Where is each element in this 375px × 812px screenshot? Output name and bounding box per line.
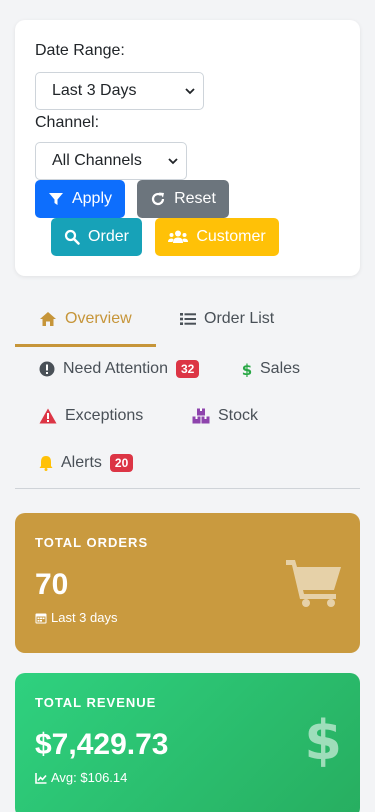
dollar-icon: $ (242, 361, 252, 377)
tab-need-attention-label: Need Attention (63, 360, 168, 377)
total-revenue-average: Avg: $106.14 (51, 770, 128, 785)
calendar-icon (35, 613, 47, 623)
date-range-value: Last 3 Days (52, 82, 137, 99)
users-icon (168, 230, 189, 243)
shopping-cart-icon (286, 560, 341, 607)
total-orders-title: TOTAL ORDERS (35, 535, 149, 550)
tab-need-attention[interactable]: Need Attention 32 (39, 360, 200, 378)
date-range-select[interactable]: Last 3 Days (35, 72, 204, 110)
line-chart-icon (35, 772, 47, 784)
warning-triangle-icon (39, 408, 57, 424)
reset-label: Reset (174, 190, 216, 207)
tab-order-list-label: Order List (204, 310, 275, 327)
alerts-badge: 20 (109, 454, 134, 472)
tab-sales-label: Sales (260, 360, 301, 377)
order-label: Order (88, 228, 129, 245)
svg-text:$: $ (242, 361, 252, 377)
tab-exceptions-label: Exceptions (65, 407, 144, 424)
channel-value: All Channels (52, 152, 142, 169)
chevron-down-icon (168, 158, 178, 165)
tab-stock-label: Stock (218, 407, 259, 424)
total-orders-card: TOTAL ORDERS 70 Last 3 days (15, 513, 360, 653)
apply-button[interactable]: Apply (35, 180, 125, 218)
total-orders-subtitle: Last 3 days (35, 610, 340, 625)
customer-label: Customer (196, 228, 266, 245)
total-revenue-subtitle: Avg: $106.14 (35, 770, 340, 785)
dollar-sign-icon: $ (304, 709, 342, 772)
tab-alerts-label: Alerts (61, 454, 102, 471)
total-revenue-value: $7,429.73 (35, 728, 169, 761)
tab-sales[interactable]: $ Sales (242, 360, 300, 378)
exclamation-circle-icon (39, 361, 55, 377)
tab-order-list[interactable]: Order List (180, 310, 274, 328)
chevron-down-icon (185, 88, 195, 95)
order-button[interactable]: Order (51, 218, 142, 256)
total-revenue-title: TOTAL REVENUE (35, 695, 157, 710)
search-icon (64, 229, 80, 245)
tab-exceptions[interactable]: Exceptions (39, 407, 143, 425)
active-tab-indicator (15, 344, 156, 347)
total-revenue-card: TOTAL REVENUE $7,429.73 Avg: $106.14 $ (15, 673, 360, 812)
need-attention-badge: 32 (175, 360, 200, 378)
tab-alerts[interactable]: Alerts 20 (39, 454, 134, 472)
apply-label: Apply (71, 190, 113, 207)
tab-overview-label: Overview (65, 310, 132, 327)
reset-button[interactable]: Reset (137, 180, 229, 218)
boxes-icon (192, 408, 210, 424)
filter-card: Date Range: Last 3 Days Channel: All Cha… (15, 20, 360, 276)
list-icon (180, 313, 196, 325)
customer-button[interactable]: Customer (155, 218, 279, 256)
channel-label: Channel: (35, 114, 100, 131)
channel-select[interactable]: All Channels (35, 142, 187, 180)
dashboard-tabs: Overview Order List Need Attention 32 $ … (15, 296, 360, 489)
home-icon (40, 312, 56, 326)
bell-icon (39, 456, 53, 471)
redo-icon (152, 192, 165, 206)
total-orders-period: Last 3 days (51, 610, 118, 625)
date-range-label: Date Range: (35, 42, 125, 59)
tab-stock[interactable]: Stock (192, 407, 258, 425)
tab-overview[interactable]: Overview (39, 310, 132, 328)
filter-icon (48, 193, 63, 205)
